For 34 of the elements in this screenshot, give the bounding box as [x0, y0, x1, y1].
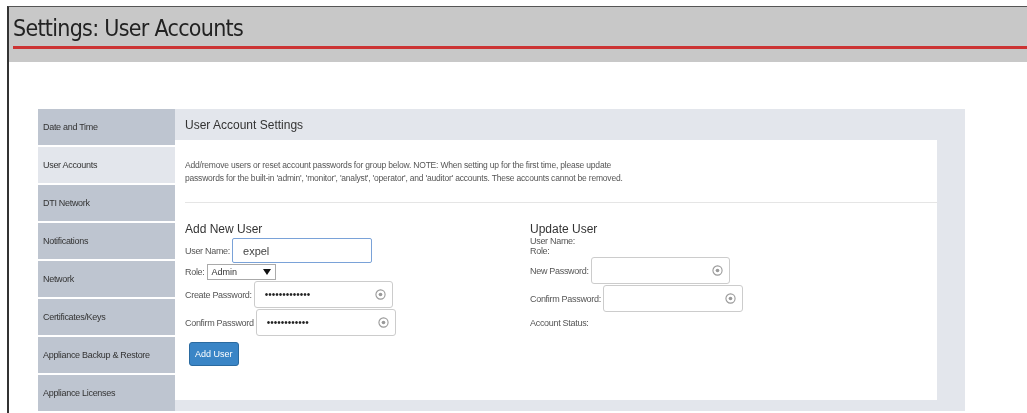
- field-label: Account Status:: [530, 318, 589, 328]
- reveal-icon[interactable]: [724, 293, 736, 304]
- field-label: Role:: [185, 267, 205, 277]
- sidebar-item[interactable]: Network: [38, 261, 175, 297]
- sidebar-item[interactable]: Notifications: [38, 223, 175, 259]
- password-field[interactable]: •••••••••••••: [253, 281, 393, 308]
- password-field[interactable]: [602, 285, 743, 312]
- field-label: Confirm Password:: [530, 293, 601, 304]
- field-label: Confirm Password: [185, 317, 254, 328]
- panel-title: User Account Settings: [184, 116, 305, 134]
- sidebar-item[interactable]: Certificates/Keys: [38, 299, 175, 335]
- add-user-button[interactable]: Add User: [189, 342, 239, 366]
- sidebar-item[interactable]: DTI Network: [38, 185, 175, 221]
- sidebar-item[interactable]: Date and Time: [38, 109, 175, 145]
- field-label: User Name:: [185, 245, 230, 256]
- field-label: New Password:: [530, 265, 589, 276]
- page-title: Settings: User Accounts: [13, 15, 245, 41]
- caret-icon: [262, 269, 271, 275]
- note-text: Add/remove users or reset account passwords for group below. NOTE: When setting up for the first time, please update passwords for the built-in 'admin', 'monitor', 'analyst', 'operator', and 'auditor' accounts. These accounts cannot be removed.: [185, 159, 624, 184]
- sidebar-item[interactable]: User Accounts: [38, 147, 175, 183]
- password-field[interactable]: ••••••••••••: [255, 309, 396, 336]
- sidebar-item[interactable]: Appliance Licenses: [38, 375, 175, 411]
- sidebar-item[interactable]: Appliance Backup & Restore: [38, 337, 175, 373]
- reveal-icon[interactable]: [711, 265, 723, 276]
- reveal-icon[interactable]: [377, 317, 389, 328]
- section-heading: Add New User: [185, 222, 263, 236]
- field-label: User Name:: [530, 236, 575, 246]
- password-field[interactable]: [590, 257, 730, 284]
- field-label: Role:: [530, 246, 550, 256]
- field-label: Create Password:: [185, 289, 252, 300]
- role-dropdown[interactable]: Admin: [206, 264, 276, 280]
- section-heading: Update User: [530, 222, 598, 236]
- reveal-icon[interactable]: [374, 289, 386, 300]
- user-name-field[interactable]: expel: [232, 238, 372, 263]
